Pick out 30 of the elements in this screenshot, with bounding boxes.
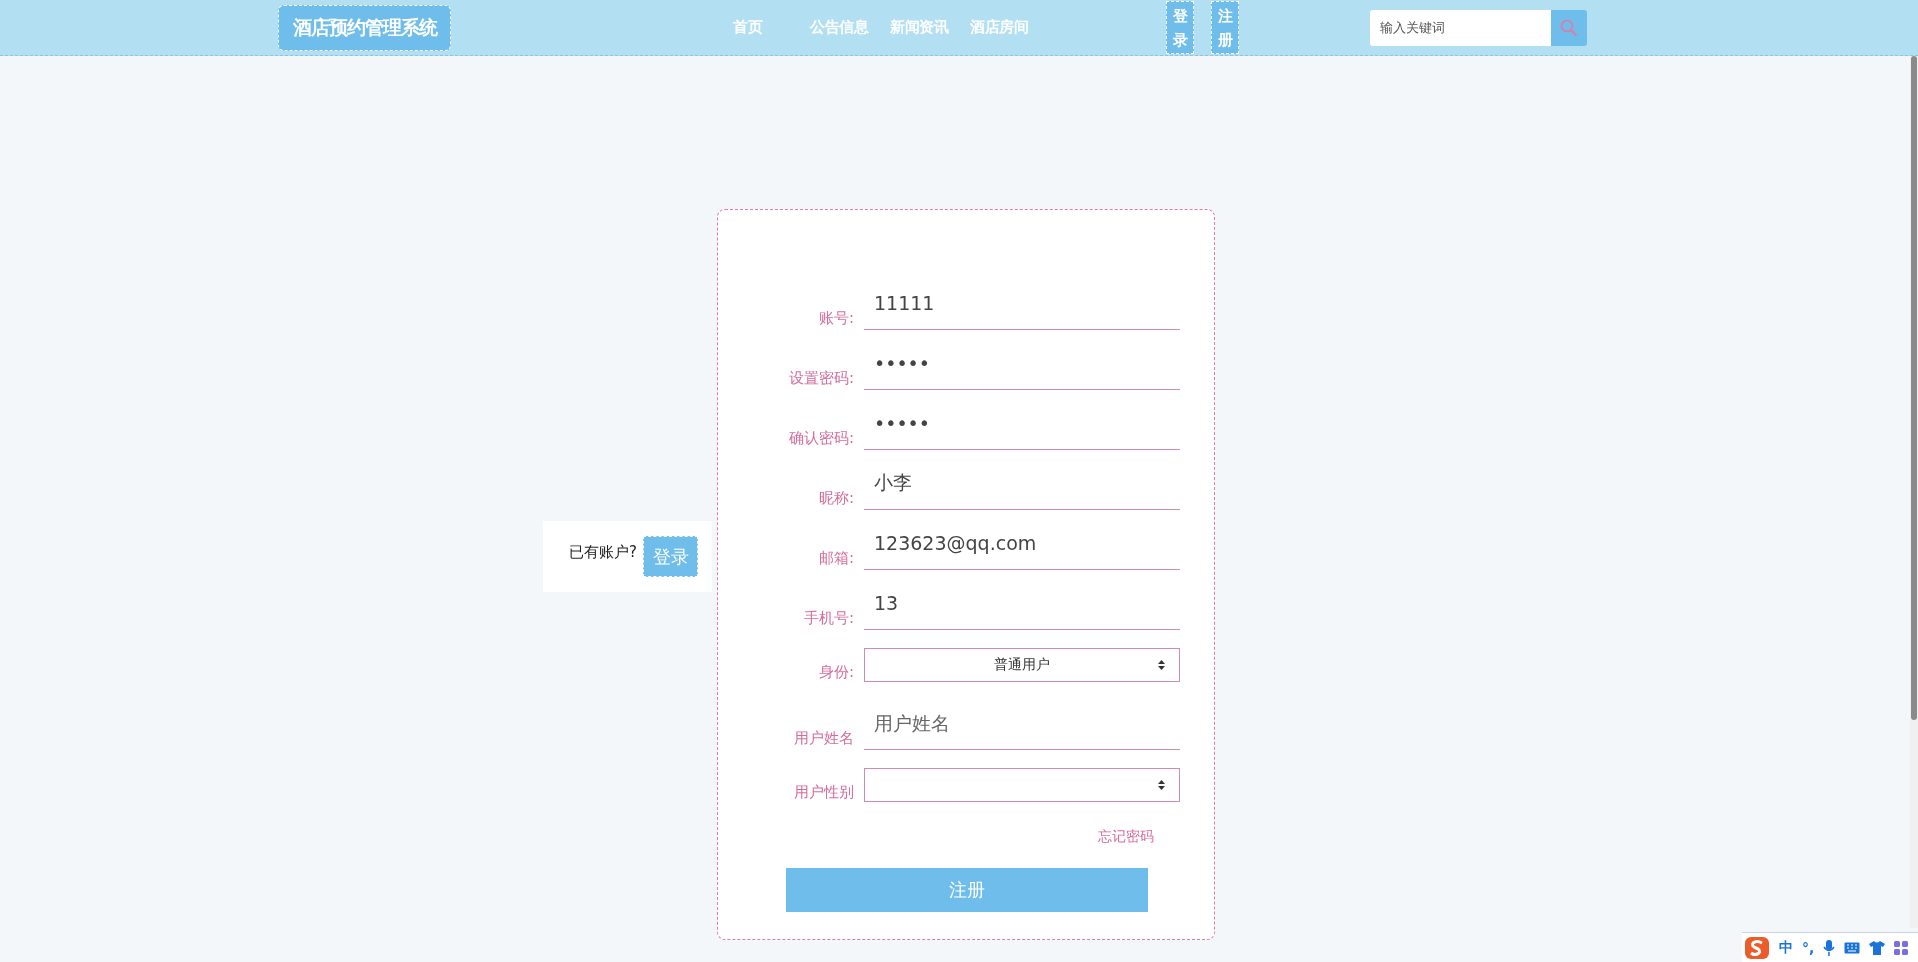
microphone-icon[interactable] — [1823, 938, 1836, 957]
forgot-password-link[interactable]: 忘记密码 — [1098, 828, 1154, 846]
search-icon — [1560, 18, 1578, 37]
register-button[interactable]: 注册 — [786, 868, 1148, 912]
field-label: 身份: — [817, 663, 855, 682]
field-label: 昵称: — [817, 489, 855, 508]
ime-mode-text[interactable]: °, — [1802, 939, 1815, 956]
field-label: 邮箱: — [817, 549, 855, 568]
select-field[interactable]: 普通用户 — [864, 648, 1180, 682]
field-label: 用户姓名 — [793, 729, 855, 748]
prompt-text: 已有账户? — [569, 543, 637, 562]
field-label: 确认密码: — [787, 429, 855, 448]
field-label: 设置密码: — [787, 369, 855, 388]
shirt-icon[interactable] — [1869, 940, 1886, 955]
field-label: 用户性别 — [793, 783, 855, 802]
grid-icon[interactable] — [1894, 940, 1909, 955]
ime-mode-text[interactable]: 中 — [1779, 938, 1793, 957]
keyboard-icon[interactable] — [1844, 941, 1861, 954]
field-label: 账号: — [817, 309, 855, 328]
auth-button[interactable]: 登录 — [1166, 1, 1194, 54]
ime-logo-icon[interactable] — [1744, 935, 1770, 960]
site-logo[interactable]: 酒店预约管理系统 — [278, 4, 451, 51]
up-down-arrow-icon — [1158, 660, 1165, 670]
scrollbar[interactable] — [1910, 56, 1918, 928]
search-field[interactable]: 输入关键词 — [1370, 9, 1551, 46]
auth-button[interactable]: 注册 — [1211, 1, 1239, 54]
login-button[interactable]: 登录 — [643, 536, 698, 577]
field-label: 手机号: — [802, 609, 855, 628]
up-down-arrow-icon — [1158, 780, 1165, 790]
select-field[interactable] — [864, 768, 1180, 802]
